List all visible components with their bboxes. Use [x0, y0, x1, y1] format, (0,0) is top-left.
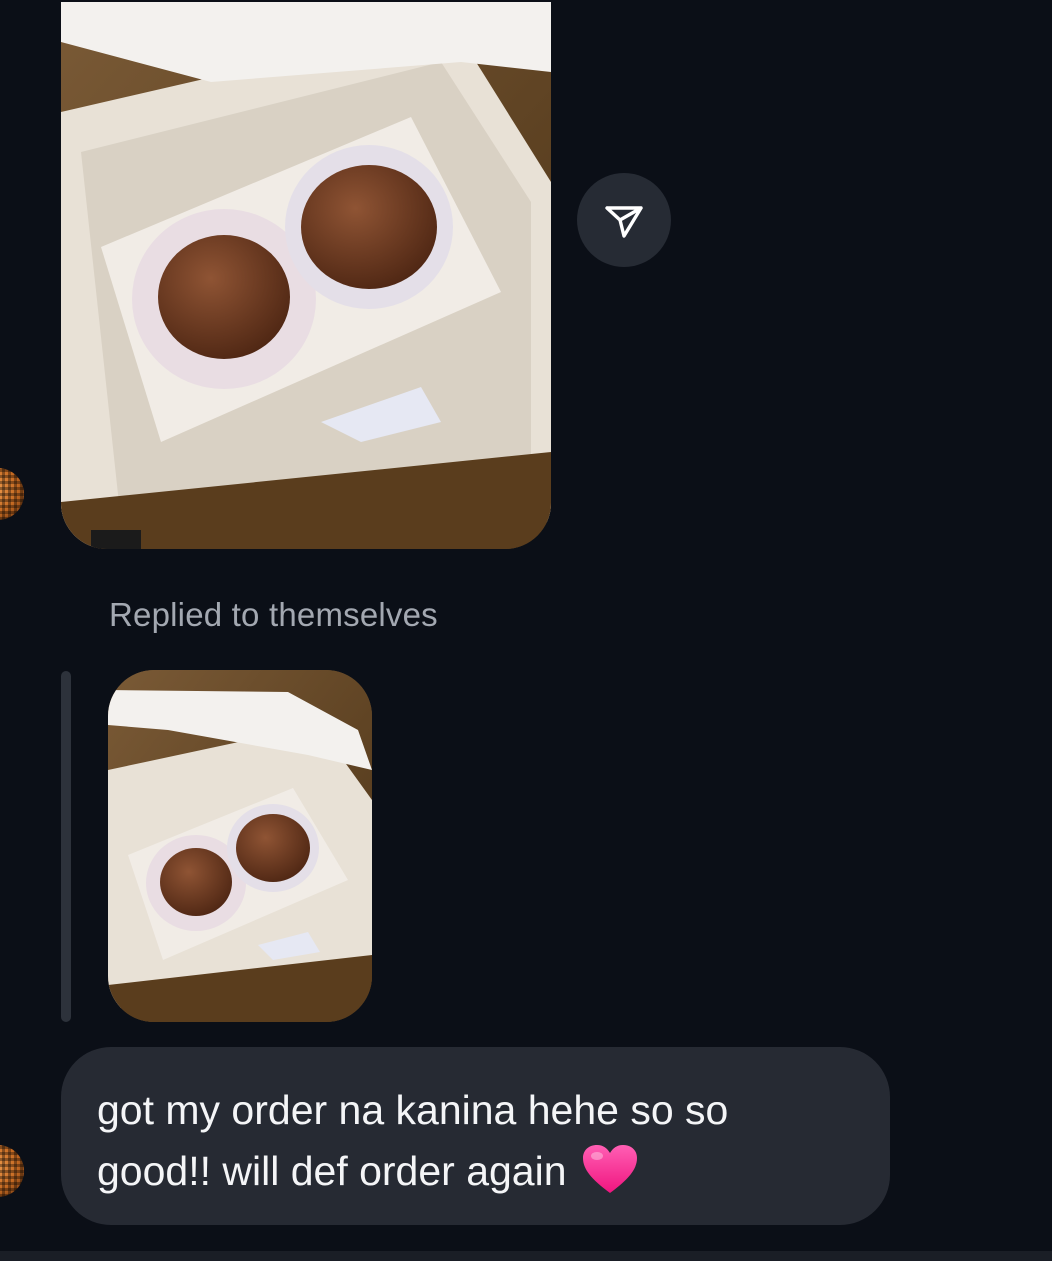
reply-indicator-bar [61, 671, 71, 1022]
reply-context-label: Replied to themselves [109, 596, 438, 633]
photo-message[interactable] [61, 2, 551, 549]
text-message-bubble[interactable]: got my order na kanina hehe so so good!!… [61, 1047, 890, 1225]
sender-avatar-2[interactable] [0, 1145, 24, 1197]
share-button[interactable] [577, 173, 671, 267]
composer-top-edge [0, 1251, 1052, 1261]
sender-avatar[interactable] [0, 468, 24, 520]
send-paper-plane-icon [605, 206, 643, 238]
truffle-box-thumbnail [108, 670, 372, 1022]
replied-photo-thumbnail[interactable] [108, 670, 372, 1022]
truffle-box-photo [61, 2, 551, 549]
pink-heart-emoji-icon [582, 1145, 637, 1193]
chat-thread: Replied to themselves got my order na ka… [0, 0, 1052, 1261]
